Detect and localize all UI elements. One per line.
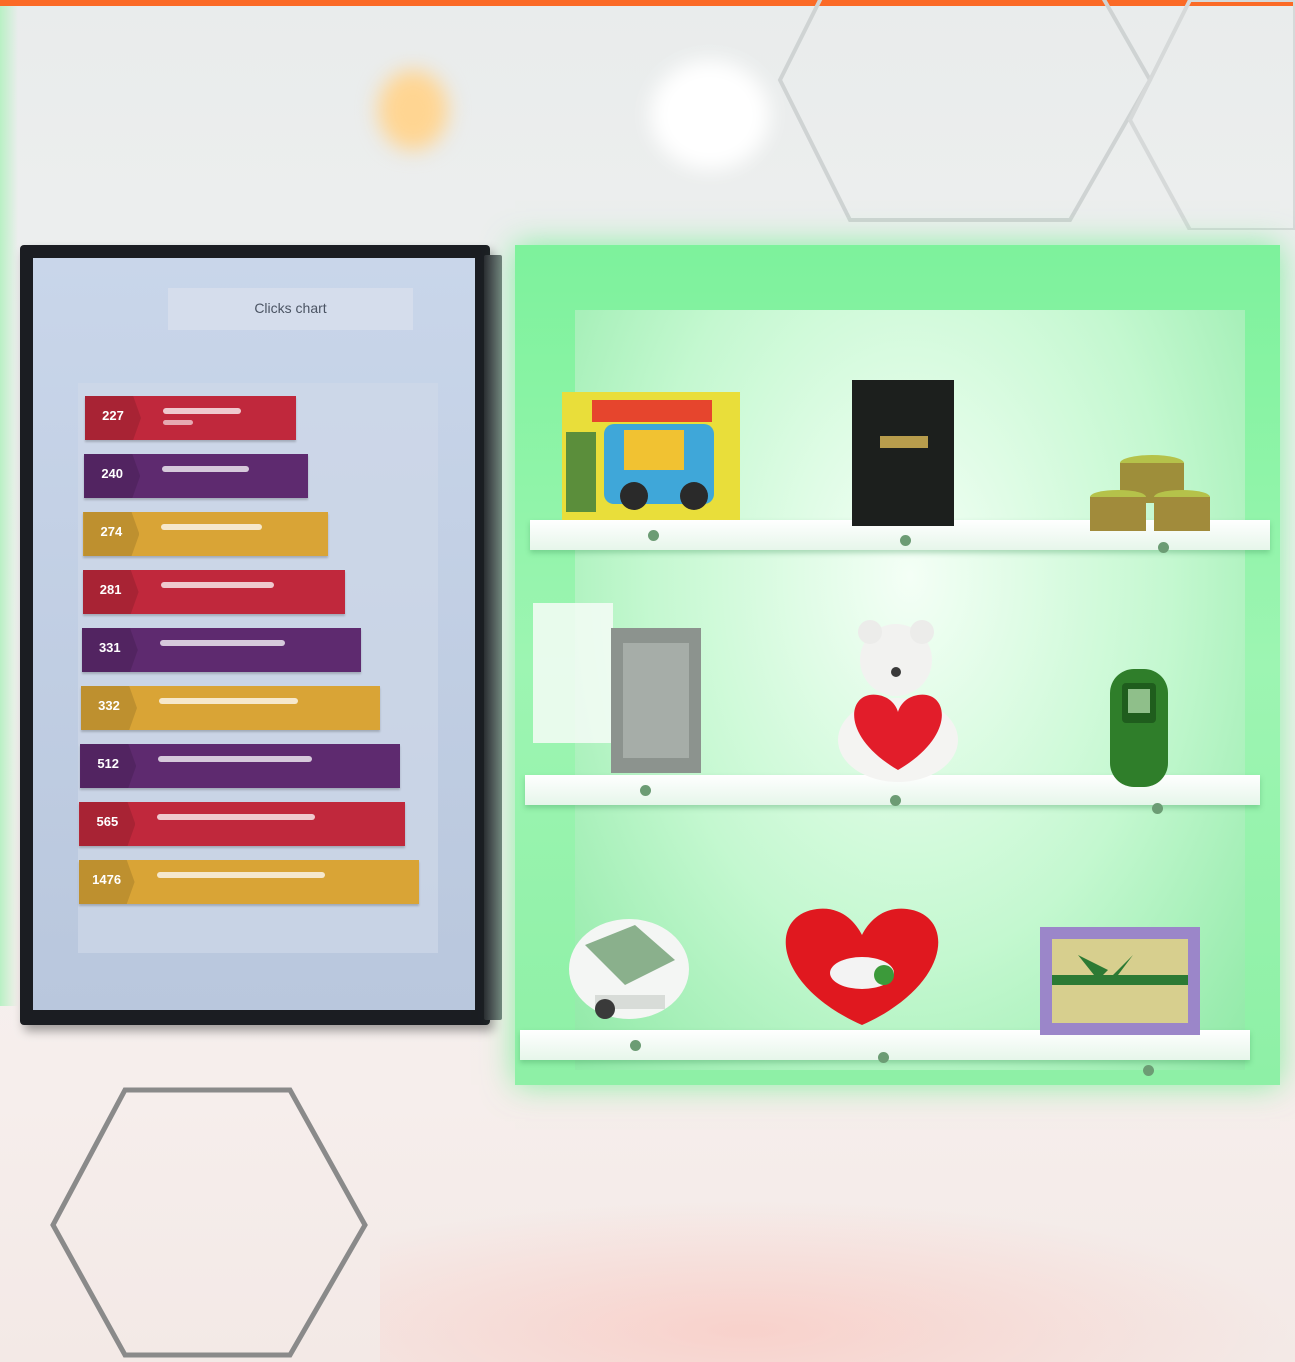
floor-reflection bbox=[380, 1200, 1295, 1362]
green-phone bbox=[1110, 669, 1168, 787]
toy-car-box bbox=[562, 392, 740, 520]
clicks-bar-value: 331 bbox=[81, 628, 138, 672]
tv-side-edge bbox=[484, 255, 502, 1020]
shelf-peg bbox=[1158, 542, 1169, 553]
shelf-peg bbox=[900, 535, 911, 546]
toy-car bbox=[569, 919, 689, 1019]
clicks-bar-label-blur bbox=[162, 466, 250, 472]
clicks-bar-label-blur bbox=[161, 524, 263, 530]
clicks-bar: 1476 bbox=[78, 860, 419, 904]
clicks-bar-value: 274 bbox=[83, 512, 140, 556]
shelf-peg bbox=[630, 1040, 641, 1051]
clicks-bar: 331 bbox=[81, 628, 361, 672]
shelf-peg bbox=[1152, 803, 1163, 814]
clicks-bar-value: 332 bbox=[81, 686, 137, 730]
clicks-bar-label-blur bbox=[157, 814, 316, 820]
shelf-peg bbox=[890, 795, 901, 806]
floor-hexagon bbox=[50, 1087, 368, 1358]
clicks-bar-label-blur bbox=[160, 582, 274, 588]
shelf-peg bbox=[878, 1052, 889, 1063]
left-green-glow bbox=[0, 6, 18, 1006]
clicks-bar-label-blur bbox=[159, 640, 285, 646]
clicks-bar: 281 bbox=[82, 570, 345, 614]
chart-title-box: Clicks chart bbox=[168, 288, 413, 330]
clicks-bar: 512 bbox=[80, 744, 401, 788]
clicks-bar: 565 bbox=[79, 802, 406, 846]
clicks-bar-value: 227 bbox=[85, 396, 141, 440]
black-book bbox=[852, 380, 954, 526]
clicks-bar-label-blur bbox=[158, 756, 313, 762]
greeting-card bbox=[533, 603, 701, 773]
shelf-peg bbox=[640, 785, 651, 796]
clicks-bar-value: 512 bbox=[80, 744, 137, 788]
heart-pillow bbox=[785, 908, 939, 1025]
clicks-bar: 332 bbox=[81, 686, 380, 730]
clicks-bar: 227 bbox=[85, 396, 296, 440]
clicks-bar-label-blur bbox=[163, 408, 241, 414]
ceiling-light-warm bbox=[378, 70, 448, 150]
tv-screen: Clicks chart 227 240 274 281 331 332 512 565 147… bbox=[33, 258, 475, 1010]
clicks-bar-label-blur bbox=[159, 698, 298, 704]
shelf-peg bbox=[648, 530, 659, 541]
clicks-bar-value: 1476 bbox=[78, 860, 135, 904]
clicks-bar-value: 281 bbox=[82, 570, 139, 614]
clicks-bar: 240 bbox=[84, 454, 309, 498]
clicks-bar-label-blur bbox=[163, 420, 193, 425]
gift-box bbox=[1040, 927, 1200, 1035]
clicks-bar-label-blur bbox=[156, 872, 325, 878]
teddy-bear-with-heart bbox=[838, 620, 958, 782]
chart-title: Clicks chart bbox=[254, 300, 327, 316]
clicks-bar: 274 bbox=[83, 512, 329, 556]
wall-hexagon-top bbox=[777, 0, 1295, 230]
clicks-bar-value: 565 bbox=[79, 802, 136, 846]
ceiling-light-white bbox=[650, 60, 770, 170]
shelf-peg bbox=[1143, 1065, 1154, 1076]
honey-jars bbox=[1090, 455, 1210, 531]
clicks-bar-value: 240 bbox=[84, 454, 141, 498]
